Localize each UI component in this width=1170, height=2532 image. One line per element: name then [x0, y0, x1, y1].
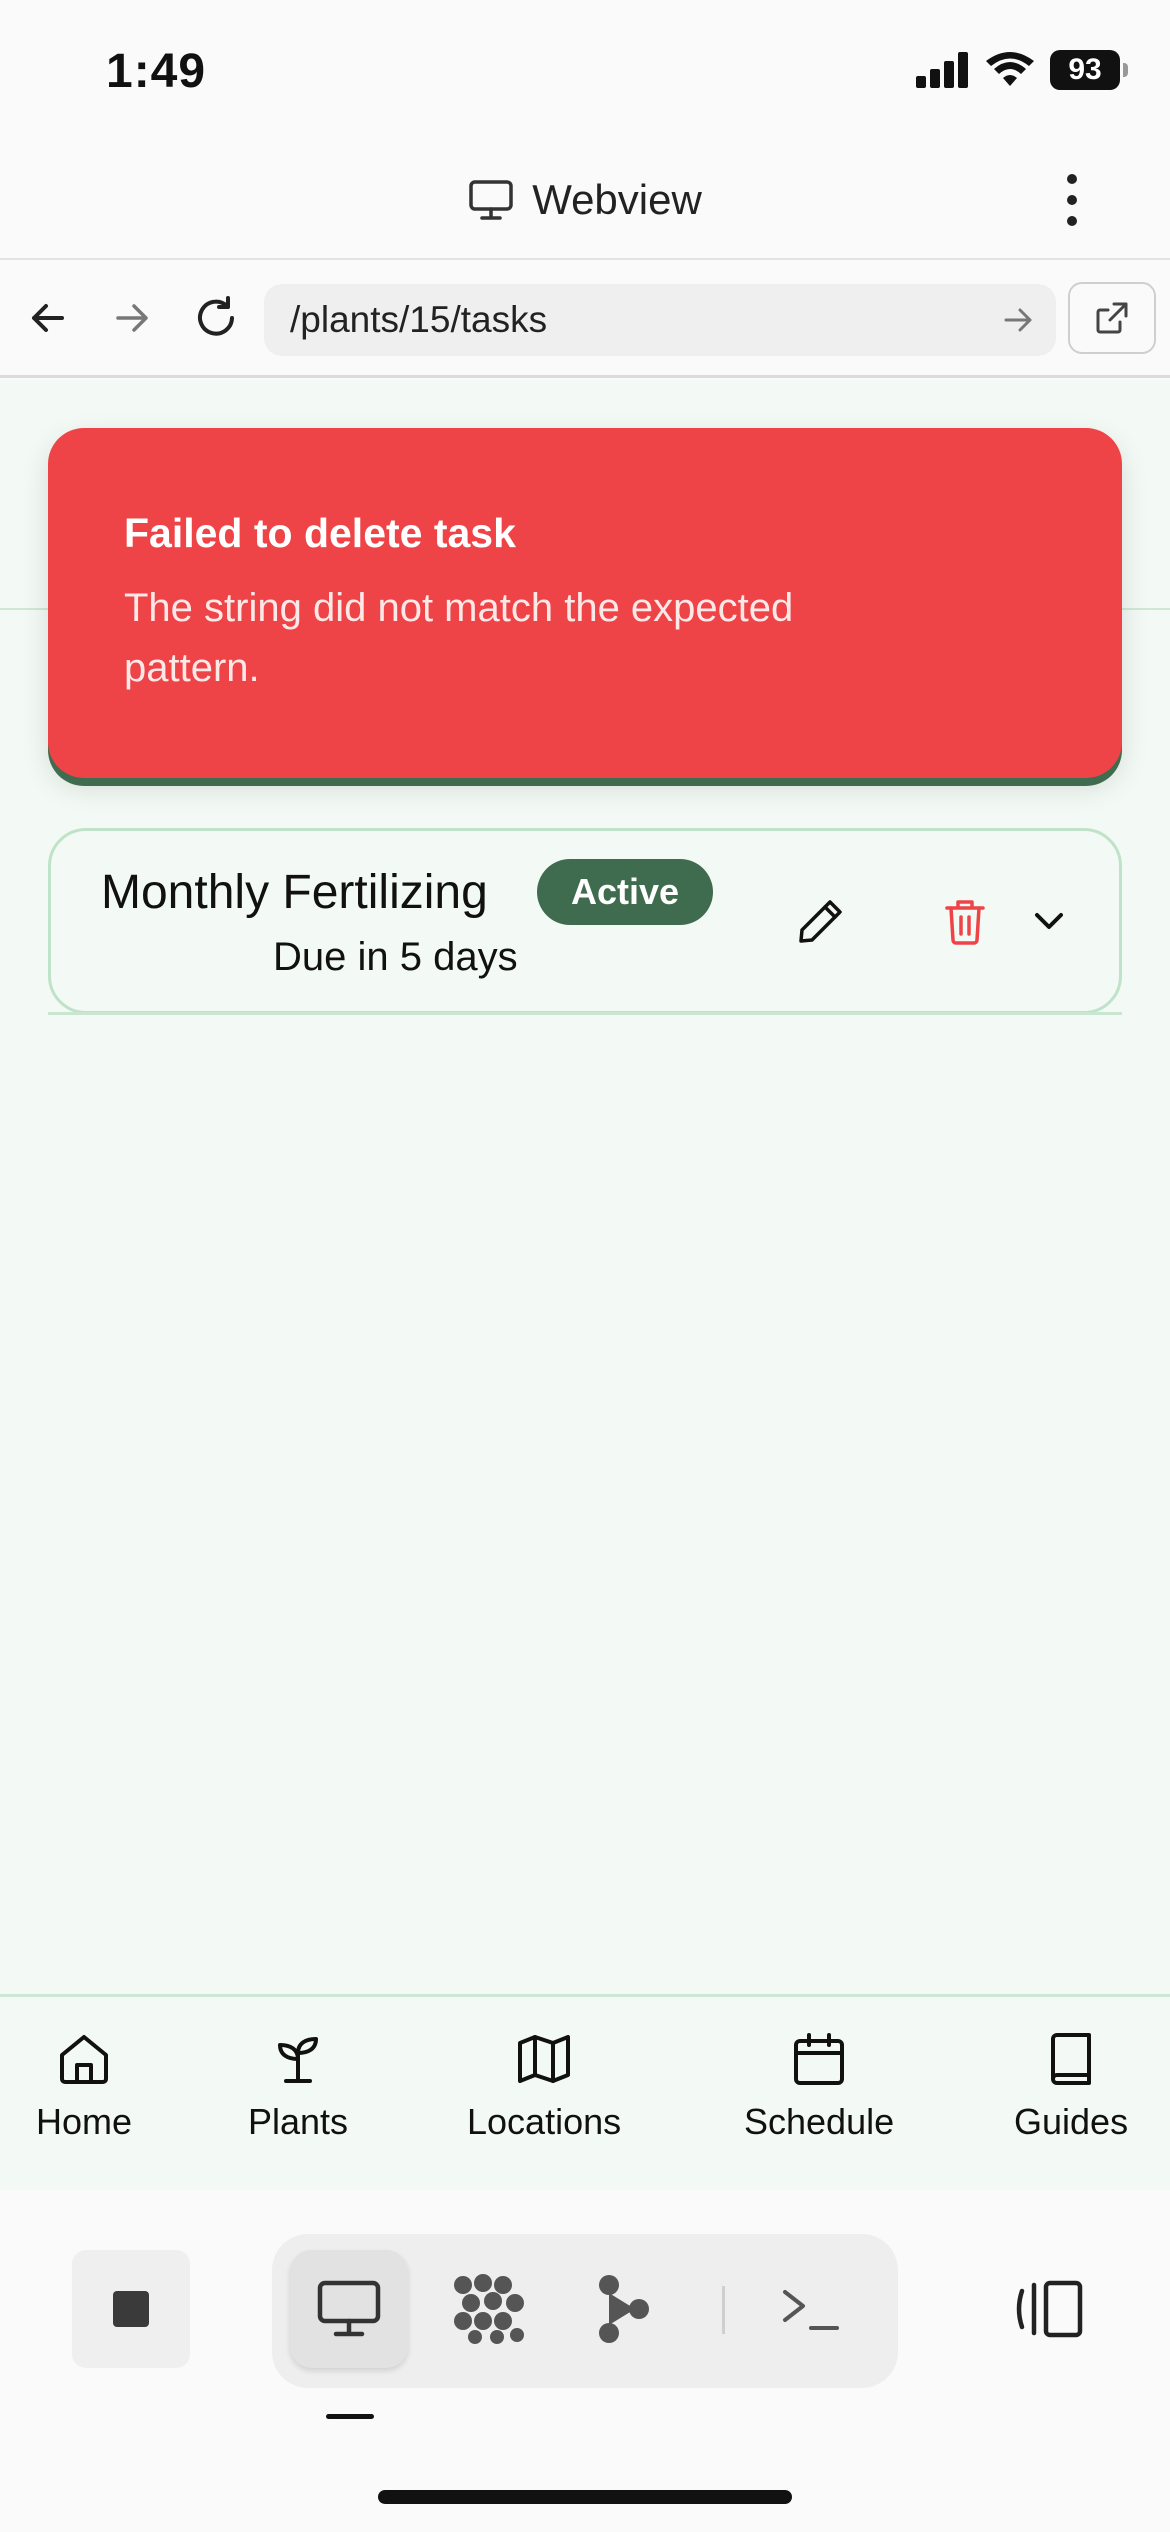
app-content: Failed to delete task The string did not…: [0, 380, 1170, 1996]
monitor-icon: [317, 2280, 381, 2337]
home-icon: [60, 2035, 109, 2084]
nav-item-guides[interactable]: Guides: [1014, 2031, 1128, 2143]
monitor-icon: [469, 180, 513, 220]
forward-button[interactable]: [102, 288, 162, 348]
edit-task-button[interactable]: [791, 891, 851, 951]
side-panel-icon: [1016, 2280, 1083, 2338]
apps-tab[interactable]: [432, 2250, 550, 2368]
arrow-right-icon: [116, 304, 148, 332]
battery-indicator: 93: [1050, 50, 1128, 90]
status-icons: 93: [916, 50, 1128, 90]
webview-title-text: Webview: [532, 176, 702, 223]
nav-label-locations: Locations: [467, 2101, 622, 2142]
book-icon: [1051, 2033, 1092, 2085]
stop-button[interactable]: [72, 2250, 190, 2368]
url-bar-row: /plants/15/tasks: [0, 262, 1170, 378]
more-menu-button[interactable]: [1054, 170, 1090, 230]
task-name: Monthly Fertilizing: [101, 866, 488, 919]
pencil-icon: [799, 900, 842, 943]
webview-tab[interactable]: [290, 2250, 408, 2368]
expand-task-button[interactable]: [1019, 891, 1079, 951]
stop-icon: [113, 2291, 149, 2327]
delete-task-button[interactable]: [935, 891, 995, 951]
go-arrow-icon[interactable]: [1000, 300, 1036, 340]
url-text: /plants/15/tasks: [290, 299, 548, 340]
calendar-icon: [794, 2033, 845, 2085]
more-dot-icon: [1067, 174, 1077, 184]
nav-label-plants: Plants: [248, 2101, 349, 2142]
chevron-down-icon: [1035, 913, 1063, 929]
webview-header: Webview: [0, 140, 1170, 260]
back-button[interactable]: [18, 288, 78, 348]
branch-tab[interactable]: [566, 2250, 684, 2368]
side-panel-button[interactable]: [990, 2250, 1108, 2368]
map-icon: [518, 2035, 571, 2083]
open-external-button[interactable]: [1068, 282, 1156, 354]
status-time: 1:49: [106, 45, 207, 98]
webview-title: Webview: [0, 176, 1170, 224]
more-dot-icon: [1067, 195, 1077, 205]
nav-label-schedule: Schedule: [744, 2101, 895, 2142]
reload-button[interactable]: [186, 288, 246, 348]
sprout-icon: [278, 2037, 319, 2083]
branch-icon: [599, 2275, 649, 2343]
reload-icon: [198, 296, 234, 336]
terminal-icon: [783, 2290, 839, 2330]
terminal-tab[interactable]: [752, 2250, 870, 2368]
view-switcher: [272, 2234, 898, 2388]
nav-label-guides: Guides: [1014, 2101, 1129, 2142]
task-due: Due in 5 days: [273, 935, 518, 979]
nav-item-plants[interactable]: Plants: [248, 2031, 348, 2143]
trash-icon: [945, 900, 985, 945]
active-tab-indicator: [326, 2414, 374, 2419]
nav-item-locations[interactable]: Locations: [467, 2031, 621, 2143]
signal-icon: [916, 52, 968, 88]
segment-divider: [722, 2286, 725, 2334]
url-input[interactable]: /plants/15/tasks: [264, 284, 1056, 356]
external-link-icon: [1096, 302, 1128, 334]
nav-item-schedule[interactable]: Schedule: [744, 2031, 894, 2143]
toast-title: Failed to delete task: [124, 510, 516, 556]
status-bar: 1:49 93: [0, 0, 1170, 140]
arrow-left-icon: [32, 304, 64, 332]
wifi-icon: [986, 52, 1034, 86]
task-card[interactable]: Monthly Fertilizing Active Due in 5 days: [48, 828, 1122, 1014]
nav-item-home[interactable]: Home: [36, 2031, 132, 2143]
dev-toolbar: [0, 2190, 1170, 2532]
toast-message: The string did not match the expected pa…: [124, 586, 794, 690]
dots-grid-icon: [454, 2274, 524, 2344]
card-divider: [48, 1012, 1122, 1015]
error-toast[interactable]: Failed to delete task The string did not…: [48, 428, 1122, 778]
home-indicator: [378, 2490, 792, 2504]
bottom-nav: Home Plants Locations Schedule Guides: [0, 1994, 1170, 2190]
nav-label-home: Home: [36, 2101, 133, 2142]
status-badge: Active: [537, 859, 714, 925]
more-dot-icon: [1067, 216, 1077, 226]
